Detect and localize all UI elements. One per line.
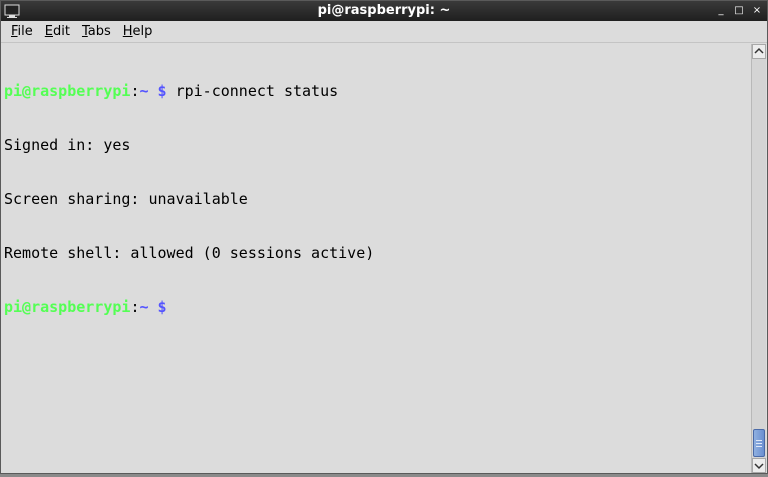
output-line: Signed in: yes bbox=[4, 136, 131, 154]
grip-line bbox=[756, 446, 762, 447]
title-bar[interactable]: pi@raspberrypi: ~ _ □ × bbox=[1, 1, 767, 21]
scroll-down-button[interactable] bbox=[752, 458, 766, 473]
command-text: rpi-connect status bbox=[166, 82, 339, 100]
terminal-window: pi@raspberrypi: ~ _ □ × File Edit Tabs H… bbox=[0, 0, 768, 474]
vertical-scrollbar[interactable] bbox=[751, 44, 766, 473]
current-prompt-line: pi@raspberrypi:~ $ bbox=[4, 298, 751, 316]
prompt-user-host: pi@raspberrypi bbox=[4, 82, 131, 100]
maximize-button[interactable]: □ bbox=[733, 5, 745, 17]
menu-help-mnemonic: H bbox=[122, 23, 133, 39]
prompt-dollar: $ bbox=[148, 82, 167, 100]
command-line: pi@raspberrypi:~ $ rpi-connect status bbox=[4, 82, 751, 100]
scrollbar-thumb[interactable] bbox=[753, 429, 765, 457]
menu-help[interactable]: Help bbox=[117, 21, 159, 43]
menu-tabs[interactable]: Tabs bbox=[76, 21, 117, 43]
grip-line bbox=[756, 440, 762, 441]
menu-file[interactable]: File bbox=[5, 21, 39, 43]
up-arrow-icon bbox=[754, 47, 764, 54]
scroll-up-button[interactable] bbox=[752, 44, 766, 59]
output-line: Remote shell: allowed (0 sessions active… bbox=[4, 244, 375, 262]
menu-tabs-label: abs bbox=[87, 23, 111, 39]
prompt-path: ~ bbox=[139, 298, 149, 316]
prompt-dollar: $ bbox=[148, 298, 167, 316]
grip-line bbox=[756, 443, 762, 444]
menu-edit-mnemonic: E bbox=[44, 23, 53, 39]
window-controls: _ □ × bbox=[715, 1, 763, 21]
down-arrow-icon bbox=[754, 463, 764, 470]
menu-bar: File Edit Tabs Help bbox=[1, 21, 767, 43]
menu-help-label: elp bbox=[132, 23, 153, 39]
close-button[interactable]: × bbox=[751, 5, 763, 17]
menu-edit[interactable]: Edit bbox=[39, 21, 76, 43]
minimize-button[interactable]: _ bbox=[715, 5, 727, 17]
prompt-path: ~ bbox=[139, 82, 149, 100]
menu-file-label: ile bbox=[17, 23, 33, 39]
text-cursor bbox=[167, 299, 176, 315]
window-title: pi@raspberrypi: ~ bbox=[317, 3, 451, 18]
prompt-user-host: pi@raspberrypi bbox=[4, 298, 131, 316]
output-line: Screen sharing: unavailable bbox=[4, 190, 248, 208]
terminal-output[interactable]: pi@raspberrypi:~ $ rpi-connect status Si… bbox=[3, 44, 751, 473]
menu-edit-label: dit bbox=[53, 23, 70, 39]
